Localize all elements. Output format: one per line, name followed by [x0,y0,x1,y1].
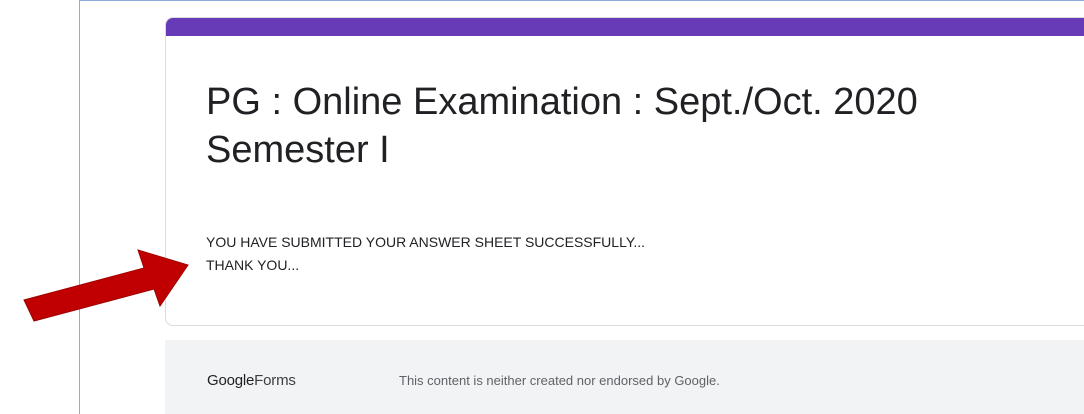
logo-forms-text: Forms [254,372,296,389]
form-title: PG : Online Examination : Sept./Oct. 202… [206,81,918,171]
confirmation-message: YOU HAVE SUBMITTED YOUR ANSWER SHEET SUC… [206,231,645,277]
logo-google-text: Google [207,372,255,389]
form-footer: GoogleForms This content is neither crea… [165,340,1084,414]
form-accent-bar [166,18,1084,36]
confirmation-line: YOU HAVE SUBMITTED YOUR ANSWER SHEET SUC… [206,234,646,250]
form-header-card: PG : Online Examination : Sept./Oct. 202… [165,17,1084,326]
confirmation-line: THANK YOU... [206,257,300,273]
google-forms-logo[interactable]: GoogleForms [207,372,296,389]
footer-disclaimer: This content is neither created nor endo… [399,373,720,388]
